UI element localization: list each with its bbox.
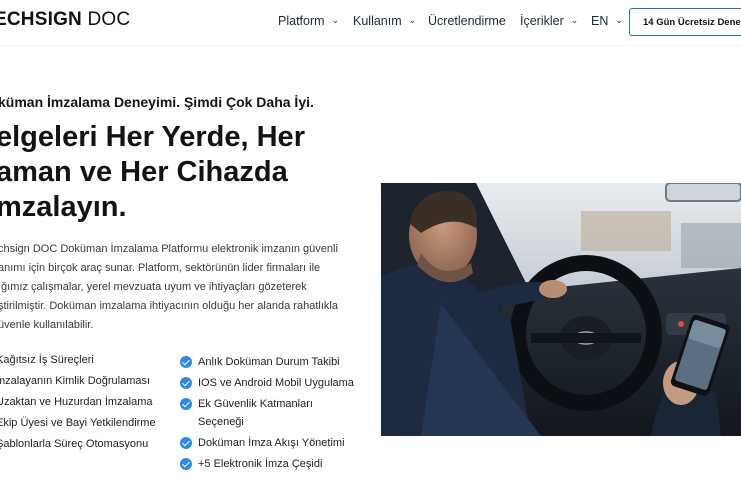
feature-item: mzalayanın Kimlik Doğrulaması xyxy=(0,375,151,387)
feature-label: Anlık Doküman Durum Takibi xyxy=(198,356,340,368)
headline-line: mzalayın. xyxy=(0,191,127,223)
description-line: üvenle kullanılabilir. xyxy=(0,319,94,331)
feature-item: Ekip Üyesi ve Bayi Yetkilendirme xyxy=(0,417,156,429)
chevron-down-icon: ⌄ xyxy=(615,14,623,25)
nav-item-icerikler[interactable]: İçerikler ⌄ xyxy=(520,14,578,28)
feature-item: Ek Güvenlik Katmanları Seçeneği xyxy=(180,395,380,431)
chevron-down-icon: ⌄ xyxy=(408,14,417,25)
nav-item-ucretlendirme[interactable]: Ücretlendirme xyxy=(428,14,506,28)
headline-line: aman ve Her Cihazda xyxy=(0,156,288,188)
hero-kicker: küman İmzalama Deneyimi. Şimdi Çok Daha … xyxy=(0,94,314,110)
feature-item: Kağıtsız İş Süreçleri xyxy=(0,354,94,366)
hero-headline: elgeleri Her Yerde, Her aman ve Her Ciha… xyxy=(0,120,326,225)
check-circle-icon xyxy=(180,437,192,449)
description-line: anımı için birçok araç sunar. Platform, … xyxy=(0,262,321,274)
nav-label: Kullanım xyxy=(353,14,402,28)
hero-description: chsign DOC Doküman İmzalama Platformu el… xyxy=(0,240,353,335)
check-circle-icon xyxy=(180,356,192,368)
feature-item: IOS ve Android Mobil Uygulama xyxy=(180,374,380,392)
nav-label: EN xyxy=(591,14,609,28)
feature-item: +5 Elektronik İmza Çeşidi xyxy=(180,455,380,473)
check-circle-icon xyxy=(180,398,192,410)
site-logo[interactable]: ECHSIGN DOC xyxy=(0,9,130,31)
feature-list-right: Anlık Doküman Durum Takibi IOS ve Androi… xyxy=(180,353,380,476)
feature-item: Şablonlarla Süreç Otomasyonu xyxy=(0,438,149,450)
nav-label: Platform xyxy=(278,14,325,28)
free-trial-button[interactable]: 14 Gün Ücretsiz Denem xyxy=(629,8,741,36)
chevron-down-icon: ⌄ xyxy=(331,14,340,25)
feature-label: +5 Elektronik İmza Çeşidi xyxy=(198,458,323,470)
feature-label: Ek Güvenlik Katmanları Seçeneği xyxy=(198,398,313,428)
feature-list-left: Kağıtsız İş Süreçleri mzalayanın Kimlik … xyxy=(0,353,168,458)
site-header: ECHSIGN DOC Platform ⌄ Kullanım ⌄ Ücretlen… xyxy=(0,0,741,46)
feature-item: Doküman İmza Akışı Yönetimi xyxy=(180,434,380,452)
feature-item: Uzaktan ve Huzurdan İmzalama xyxy=(0,396,153,408)
headline-line: elgeleri Her Yerde, Her xyxy=(0,121,305,153)
feature-item: Anlık Doküman Durum Takibi xyxy=(180,353,380,371)
feature-label: IOS ve Android Mobil Uygulama xyxy=(198,377,354,389)
description-line: chsign DOC Doküman İmzalama Platformu el… xyxy=(0,243,338,255)
check-circle-icon xyxy=(180,377,192,389)
chevron-down-icon: ⌄ xyxy=(570,14,579,25)
description-line: ştirilmiştir. Doküman imzalama ihtiyacın… xyxy=(0,300,338,312)
nav-item-kullanim[interactable]: Kullanım ⌄ xyxy=(353,14,416,28)
description-line: ığımız çalışmalar, yerel mevzuata uyum v… xyxy=(0,281,307,293)
nav-item-language[interactable]: EN ⌄ xyxy=(591,14,623,28)
hero-photo xyxy=(381,183,741,436)
nav-label: İçerikler xyxy=(520,14,564,28)
check-circle-icon xyxy=(180,458,192,470)
nav-label: Ücretlendirme xyxy=(428,14,506,28)
feature-label: Doküman İmza Akışı Yönetimi xyxy=(198,437,345,449)
nav-item-platform[interactable]: Platform ⌄ xyxy=(278,14,339,28)
